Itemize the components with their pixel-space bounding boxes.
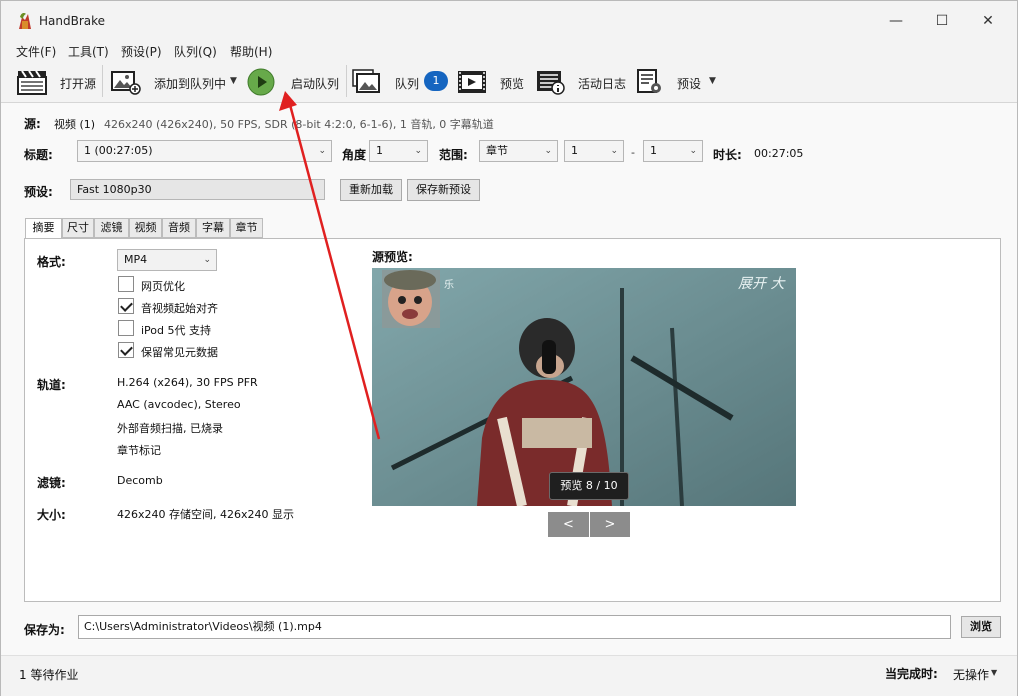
format-select[interactable]: MP4 ⌄ — [117, 249, 217, 271]
open-source-label: 打开源 — [60, 77, 97, 91]
filters-label: 滤镜: — [37, 476, 66, 490]
menu-file[interactable]: 文件(F) — [16, 43, 56, 60]
chevron-down-icon: ⌄ — [203, 255, 211, 265]
menu-presets[interactable]: 预设(P) — [121, 43, 162, 60]
preview-frame-image: 乐 展开 大 — [372, 268, 796, 506]
next-preview-button[interactable]: > — [590, 512, 630, 537]
queue-count-badge: 1 — [424, 71, 448, 91]
queue-label: 队列 — [395, 77, 420, 91]
maximize-icon: ☐ — [935, 13, 949, 29]
menu-help[interactable]: 帮助(H) — [230, 43, 272, 60]
track-line: AAC (avcodec), Stereo — [117, 398, 241, 411]
when-done-label: 当完成时: — [885, 667, 938, 681]
save-path-input[interactable]: C:\Users\Administrator\Videos\视频 (1).mp4 — [78, 615, 951, 639]
keep-metadata-checkbox[interactable] — [118, 342, 134, 358]
filters-value: Decomb — [117, 474, 163, 487]
preview-label: 预览 — [500, 77, 525, 91]
tab-video[interactable]: 视频 — [129, 218, 162, 238]
range-start-select[interactable]: 1 ⌄ — [564, 140, 624, 162]
title-label: 标题: — [24, 148, 53, 162]
tracks-label: 轨道: — [37, 378, 66, 392]
track-line: H.264 (x264), 30 FPS PFR — [117, 376, 258, 389]
chevron-down-icon: ⌄ — [689, 146, 697, 156]
preview-counter-badge: 预览 8 / 10 — [549, 472, 629, 500]
range-label: 范围: — [439, 148, 468, 162]
menu-bar: 文件(F) 工具(T) 预设(P) 队列(Q) 帮助(H) — [1, 41, 1017, 61]
duration-label: 时长: — [713, 148, 742, 162]
menu-tools[interactable]: 工具(T) — [68, 43, 109, 60]
range-type-select[interactable]: 章节 ⌄ — [479, 140, 558, 162]
when-done-dropdown[interactable]: 无操作 — [953, 666, 989, 683]
web-optimize-label: 网页优化 — [141, 280, 185, 293]
chevron-down-icon: ⌄ — [544, 146, 552, 156]
format-select-value: MP4 — [124, 253, 148, 266]
track-line: 外部音频扫描, 已烧录 — [117, 422, 223, 435]
annotation-arrow — [279, 91, 381, 440]
preset-settings-icon — [637, 69, 661, 93]
activity-log-label: 活动日志 — [578, 77, 627, 91]
film-icon — [458, 71, 486, 93]
window-title: HandBrake — [39, 14, 106, 28]
title-bar: HandBrake — ☐ ✕ — [1, 1, 1017, 41]
size-label: 大小: — [37, 508, 66, 522]
range-end-select[interactable]: 1 ⌄ — [643, 140, 703, 162]
minimize-icon: — — [889, 13, 903, 29]
align-av-checkbox[interactable] — [118, 298, 134, 314]
chevron-down-icon[interactable]: ▼ — [991, 668, 997, 677]
keep-metadata-label: 保留常见元数据 — [141, 346, 218, 359]
handbrake-window: HandBrake — ☐ ✕ 文件(F) 工具(T) 预设(P) 队列(Q) … — [0, 0, 1018, 696]
tab-subtitles[interactable]: 字幕 — [196, 218, 230, 238]
chevron-down-icon[interactable]: ▼ — [709, 76, 716, 86]
tab-chapters[interactable]: 章节 — [230, 218, 263, 238]
range-type-value: 章节 — [486, 144, 508, 157]
close-button[interactable]: ✕ — [965, 1, 1011, 41]
ipod-support-label: iPod 5代 支持 — [141, 324, 212, 337]
status-bar: 1 等待作业 当完成时: 无操作 ▼ — [1, 655, 1017, 696]
range-end-value: 1 — [650, 144, 657, 157]
align-av-label: 音视频起始对齐 — [141, 302, 218, 315]
duration-value: 00:27:05 — [754, 147, 804, 160]
range-start-value: 1 — [571, 144, 578, 157]
tab-filters[interactable]: 滤镜 — [94, 218, 129, 238]
chevron-down-icon: ⌄ — [610, 146, 618, 156]
format-label: 格式: — [37, 255, 66, 269]
close-icon: ✕ — [982, 13, 994, 29]
source-preview-image: 乐 展开 大 预览 8 / 10 — [372, 268, 796, 506]
source-name: 视频 (1) — [54, 118, 96, 131]
minimize-button[interactable]: — — [873, 1, 919, 41]
log-icon — [537, 71, 565, 95]
previous-preview-button[interactable]: < — [548, 512, 589, 537]
range-separator: - — [631, 146, 635, 159]
size-value: 426x240 存储空间, 426x240 显示 — [117, 508, 294, 521]
tab-dimensions[interactable]: 尺寸 — [62, 218, 94, 238]
overlay-text: 展开 大 — [738, 276, 786, 292]
browse-button[interactable]: 浏览 — [961, 616, 1001, 638]
tab-audio[interactable]: 音频 — [162, 218, 196, 238]
ipod-support-checkbox[interactable] — [118, 320, 134, 336]
clapperboard-icon — [17, 70, 47, 95]
track-line: 章节标记 — [117, 444, 161, 457]
menu-queue[interactable]: 队列(Q) — [174, 43, 217, 60]
presets-label: 预设 — [677, 77, 702, 91]
tab-summary[interactable]: 摘要 — [25, 218, 62, 239]
source-label: 源: — [24, 117, 41, 131]
preset-label: 预设: — [24, 185, 53, 199]
add-image-icon — [111, 71, 141, 95]
toolbar-separator — [102, 65, 103, 97]
title-select-value: 1 (00:27:05) — [84, 144, 153, 157]
pending-jobs-text: 1 等待作业 — [19, 668, 79, 682]
save-as-label: 保存为: — [24, 623, 65, 637]
handbrake-logo-icon — [19, 13, 31, 29]
save-new-preset-button[interactable]: 保存新预设 — [407, 179, 480, 201]
maximize-button[interactable]: ☐ — [919, 1, 965, 41]
chevron-down-icon: ⌄ — [414, 146, 422, 156]
overlay-text-small: 乐 — [444, 279, 454, 291]
web-optimize-checkbox[interactable] — [118, 276, 134, 292]
toolbar: 打开源 添加到队列中 ▼ 启动队列 队列 1 预览 活动日志 预设 ▼ — [1, 61, 1017, 103]
add-to-queue-label: 添加到队列中 — [154, 77, 227, 91]
chevron-down-icon[interactable]: ▼ — [230, 76, 237, 86]
preset-value: Fast 1080p30 — [77, 183, 152, 196]
